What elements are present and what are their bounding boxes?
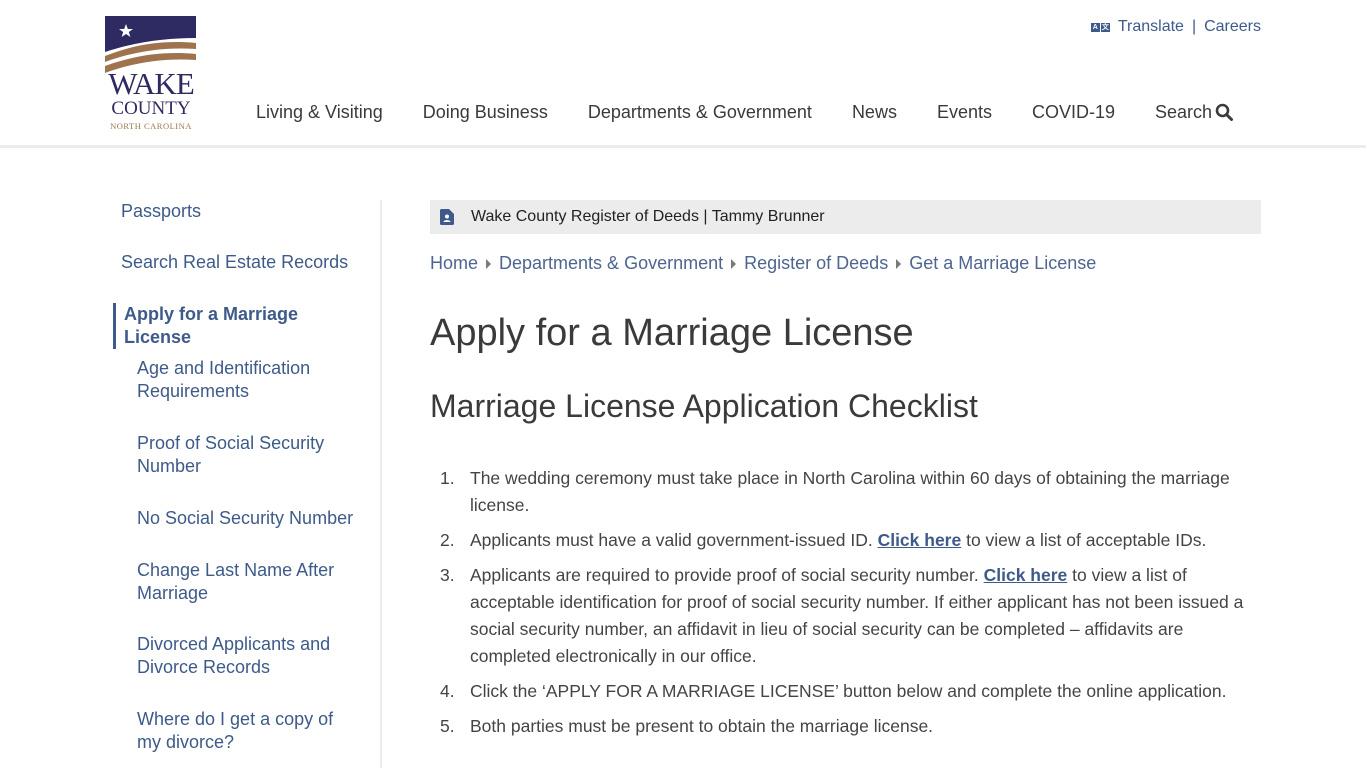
nav-covid-19[interactable]: COVID-19 bbox=[1032, 102, 1115, 123]
checklist-number: 3. bbox=[440, 565, 455, 585]
checklist-number: 5. bbox=[440, 716, 455, 736]
breadcrumb-caret-icon bbox=[731, 258, 737, 269]
checklist-text-after: to view a list of acceptable IDs. bbox=[961, 530, 1207, 550]
breadcrumb-home[interactable]: Home bbox=[430, 253, 478, 274]
sidebar-nav: Passports Search Real Estate Records App… bbox=[113, 196, 381, 754]
wake-county-logo[interactable]: WAKE COUNTY NORTH CAROLINA bbox=[105, 16, 197, 134]
page-title: Apply for a Marriage License bbox=[430, 312, 914, 354]
sidebar-item-copy-of-divorce[interactable]: Where do I get a copy of my divorce? bbox=[113, 708, 343, 754]
checklist-item: 3. Applicants are required to provide pr… bbox=[430, 562, 1260, 670]
checklist-text: The wedding ceremony must take place in … bbox=[470, 468, 1230, 515]
main-nav: Living & Visiting Doing Business Departm… bbox=[256, 100, 1234, 124]
sidebar-item-no-ssn[interactable]: No Social Security Number bbox=[113, 507, 373, 530]
nav-search[interactable]: Search bbox=[1155, 101, 1234, 123]
utility-nav: A文 Translate | Careers bbox=[1090, 17, 1261, 37]
acceptable-ids-link[interactable]: Click here bbox=[878, 530, 962, 550]
breadcrumb: Home Departments & Government Register o… bbox=[430, 253, 1096, 274]
checklist-item: 4. Click the ‘APPLY FOR A MARRIAGE LICEN… bbox=[430, 678, 1260, 705]
site-header: WAKE COUNTY NORTH CAROLINA A文 Translate … bbox=[0, 0, 1366, 148]
checklist-text: Both parties must be present to obtain t… bbox=[470, 716, 934, 736]
breadcrumb-caret-icon bbox=[896, 258, 902, 269]
breadcrumb-get-marriage-license[interactable]: Get a Marriage License bbox=[909, 253, 1096, 274]
nav-news[interactable]: News bbox=[852, 102, 897, 123]
checklist-text: Applicants must have a valid government-… bbox=[470, 530, 878, 550]
checklist-item: 1. The wedding ceremony must take place … bbox=[430, 465, 1260, 519]
checklist-number: 4. bbox=[440, 681, 455, 701]
checklist-item: 2. Applicants must have a valid governme… bbox=[430, 527, 1260, 554]
logo-county: COUNTY bbox=[111, 98, 191, 119]
breadcrumb-caret-icon bbox=[486, 258, 492, 269]
sidebar-item-proof-ssn[interactable]: Proof of Social Security Number bbox=[113, 432, 353, 478]
checklist-item: 5. Both parties must be present to obtai… bbox=[430, 713, 1260, 740]
contact-card-icon bbox=[440, 209, 454, 225]
checklist-text: Click the ‘APPLY FOR A MARRIAGE LICENSE’… bbox=[470, 681, 1227, 701]
department-banner[interactable]: Wake County Register of Deeds | Tammy Br… bbox=[430, 200, 1261, 234]
logo-wake: WAKE bbox=[108, 66, 195, 101]
utility-separator: | bbox=[1191, 18, 1197, 35]
checklist-text: Applicants are required to provide proof… bbox=[470, 565, 984, 585]
sidebar-item-age-identification[interactable]: Age and Identification Requirements bbox=[113, 357, 353, 403]
sidebar-item-divorced-applicants[interactable]: Divorced Applicants and Divorce Records bbox=[113, 633, 353, 679]
application-checklist: 1. The wedding ceremony must take place … bbox=[430, 465, 1260, 748]
nav-living-visiting[interactable]: Living & Visiting bbox=[256, 102, 383, 123]
logo-north-carolina: NORTH CAROLINA bbox=[110, 121, 192, 131]
section-heading: Marriage License Application Checklist bbox=[430, 388, 978, 424]
checklist-number: 2. bbox=[440, 530, 455, 550]
careers-link[interactable]: Careers bbox=[1204, 18, 1261, 36]
nav-doing-business[interactable]: Doing Business bbox=[423, 102, 548, 123]
banner-text: Wake County Register of Deeds | Tammy Br… bbox=[471, 208, 825, 225]
translate-icon[interactable]: A文 bbox=[1090, 22, 1110, 32]
proof-ssn-link[interactable]: Click here bbox=[984, 565, 1068, 585]
sidebar-item-apply-marriage-license[interactable]: Apply for a Marriage License bbox=[113, 303, 333, 349]
nav-departments-government[interactable]: Departments & Government bbox=[588, 102, 812, 123]
checklist-number: 1. bbox=[440, 468, 455, 488]
nav-search-label: Search bbox=[1155, 101, 1213, 122]
nav-events[interactable]: Events bbox=[937, 102, 992, 123]
sidebar-item-change-last-name[interactable]: Change Last Name After Marriage bbox=[113, 559, 353, 605]
search-icon bbox=[1215, 103, 1234, 121]
breadcrumb-register-of-deeds[interactable]: Register of Deeds bbox=[744, 253, 888, 274]
logo-flag-icon bbox=[105, 16, 196, 73]
breadcrumb-departments-government[interactable]: Departments & Government bbox=[499, 253, 723, 274]
sidebar-item-passports[interactable]: Passports bbox=[113, 200, 381, 223]
sidebar-item-search-real-estate[interactable]: Search Real Estate Records bbox=[113, 251, 381, 274]
translate-link[interactable]: Translate bbox=[1118, 18, 1184, 36]
